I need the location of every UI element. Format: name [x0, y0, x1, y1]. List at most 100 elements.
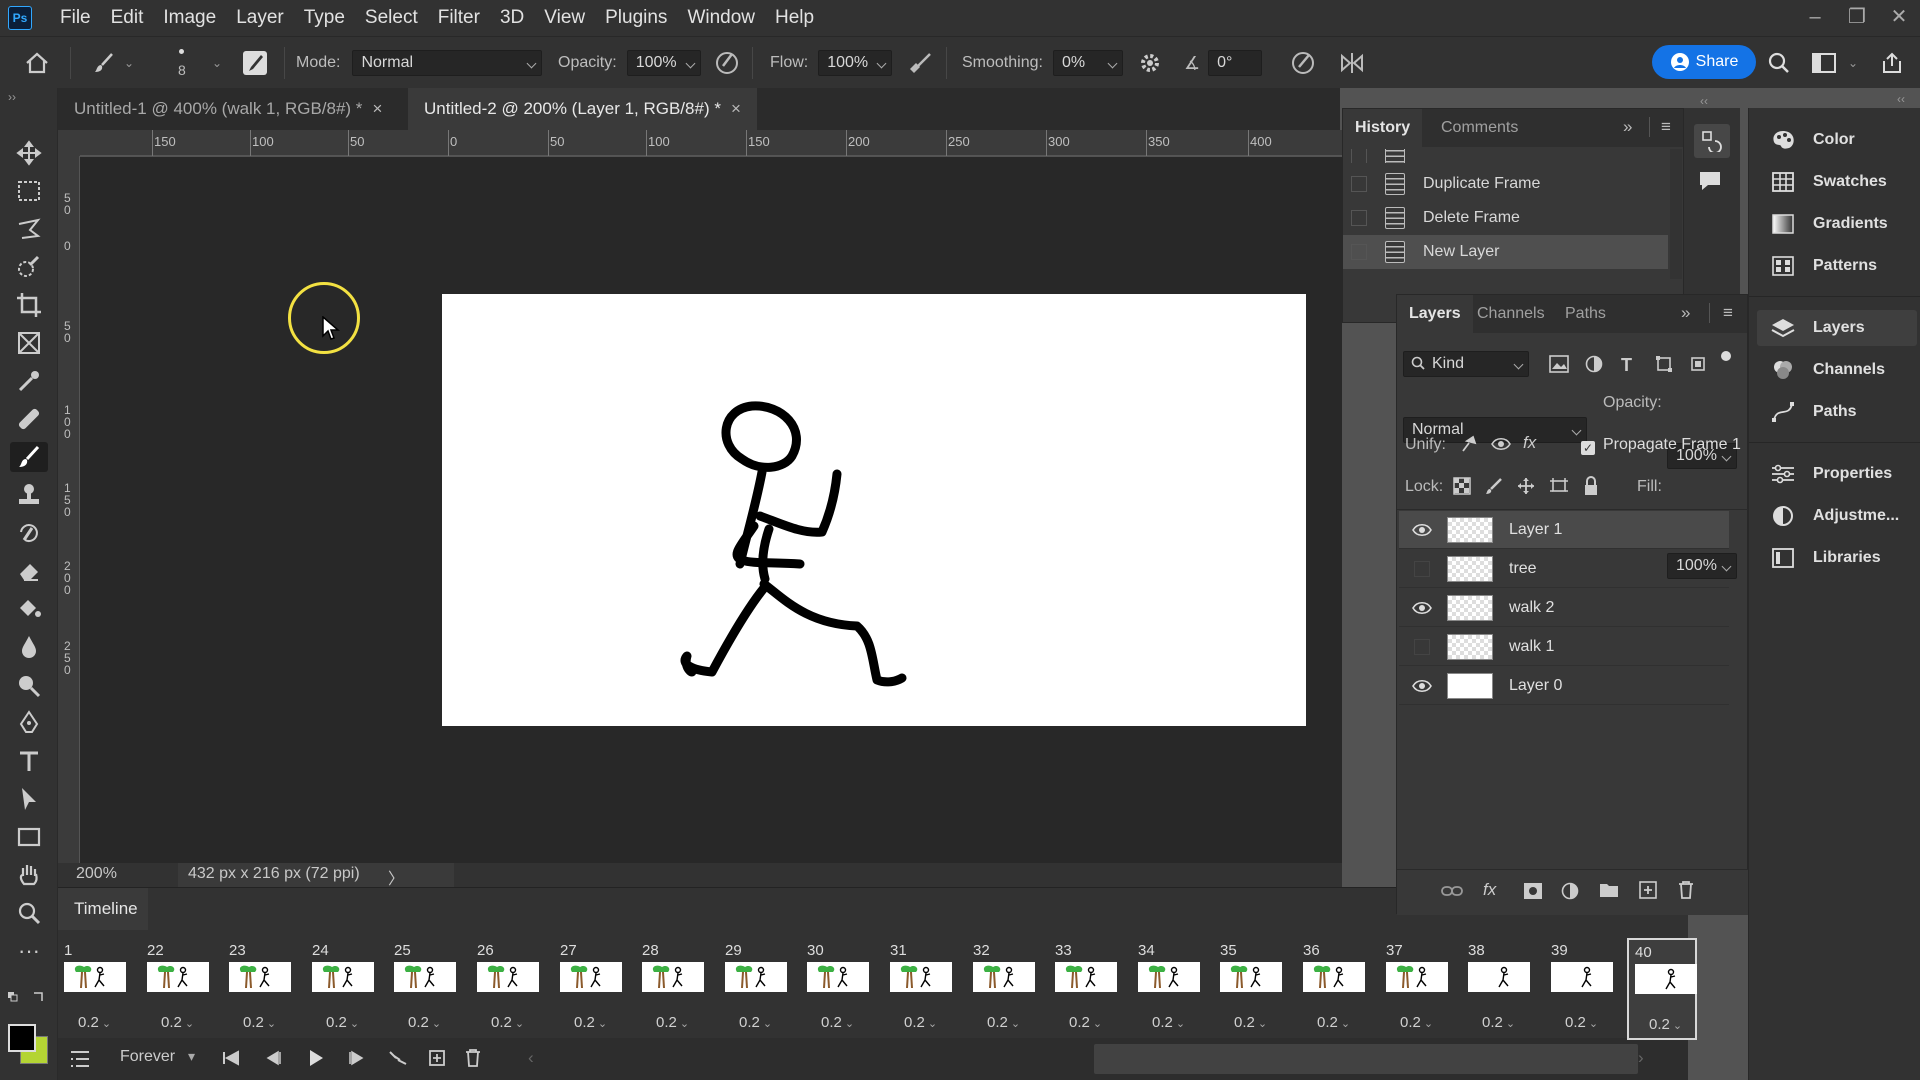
- new-group-icon[interactable]: [1599, 882, 1619, 898]
- layer-row[interactable]: walk 2: [1399, 589, 1729, 627]
- history-row[interactable]: Duplicate Frame: [1343, 167, 1668, 201]
- menu-help[interactable]: Help: [765, 0, 824, 36]
- panel-menu-icon[interactable]: ≡: [1723, 303, 1733, 323]
- timeline-frame[interactable]: 30 0.2 ⌄: [801, 938, 871, 1040]
- filter-shape-icon[interactable]: [1655, 355, 1673, 373]
- timeline-frame[interactable]: 23 0.2 ⌄: [223, 938, 293, 1040]
- scroll-right-icon[interactable]: ›: [1638, 1048, 1644, 1068]
- frame-delay[interactable]: 0.2 ⌄: [739, 1014, 772, 1031]
- rectangle-tool-icon[interactable]: [14, 822, 44, 852]
- tab-channels[interactable]: Channels: [1465, 295, 1557, 333]
- link-layers-icon[interactable]: [1441, 884, 1463, 898]
- tab-layers[interactable]: Layers: [1397, 295, 1473, 333]
- menu-select[interactable]: Select: [355, 0, 428, 36]
- close-window-icon[interactable]: ✕: [1878, 0, 1920, 36]
- share-button[interactable]: Share: [1652, 45, 1756, 79]
- dock-color[interactable]: Color: [1757, 122, 1917, 158]
- chevron-down-icon[interactable]: ⌄: [1093, 1018, 1102, 1030]
- menu-type[interactable]: Type: [294, 0, 355, 36]
- timeline-frame[interactable]: 32 0.2 ⌄: [967, 938, 1037, 1040]
- propagate-checkbox[interactable]: ✓: [1581, 441, 1595, 455]
- filter-adjustment-icon[interactable]: [1585, 355, 1603, 373]
- frame-delay[interactable]: 0.2 ⌄: [326, 1014, 359, 1031]
- timeline-frame[interactable]: 26 0.2 ⌄: [471, 938, 541, 1040]
- chevron-down-icon[interactable]: ⌄: [1506, 1018, 1515, 1030]
- dock-swatches[interactable]: Swatches: [1757, 164, 1917, 200]
- chevron-down-icon[interactable]: ⌄: [350, 1018, 359, 1030]
- dock-gradients[interactable]: Gradients: [1757, 206, 1917, 242]
- pen-tool-icon[interactable]: [14, 708, 44, 738]
- blur-tool-icon[interactable]: [14, 632, 44, 662]
- frame-delay[interactable]: 0.2 ⌄: [408, 1014, 441, 1031]
- lock-all-icon[interactable]: [1583, 476, 1599, 496]
- menu-3d[interactable]: 3D: [490, 0, 534, 36]
- dock-libraries[interactable]: Libraries: [1757, 540, 1917, 576]
- airbrush-icon[interactable]: [906, 37, 934, 89]
- timeline-frame[interactable]: 25 0.2 ⌄: [388, 938, 458, 1040]
- frame-delay[interactable]: 0.2 ⌄: [656, 1014, 689, 1031]
- chevron-down-icon[interactable]: ⌄: [124, 56, 134, 70]
- menu-layer[interactable]: Layer: [226, 0, 294, 36]
- layer-row[interactable]: Layer 0: [1399, 667, 1729, 705]
- scroll-left-icon[interactable]: ‹: [528, 1048, 534, 1068]
- expand-icon[interactable]: »: [1623, 117, 1632, 137]
- more-tools-icon[interactable]: ···: [14, 936, 44, 966]
- dock-patterns[interactable]: Patterns: [1757, 248, 1917, 284]
- collapse-icon[interactable]: ››: [8, 90, 16, 104]
- timeline-frame[interactable]: 1 0.2 ⌄: [58, 938, 128, 1040]
- menu-view[interactable]: View: [534, 0, 595, 36]
- chevron-down-icon[interactable]: ⌄: [1589, 1018, 1598, 1030]
- gear-icon[interactable]: [1138, 37, 1162, 89]
- frame-delay[interactable]: 0.2 ⌄: [574, 1014, 607, 1031]
- expand-icon[interactable]: »: [1681, 303, 1690, 323]
- smoothing-input[interactable]: 0%: [1052, 50, 1123, 76]
- brush-tool-icon[interactable]: ⌄: [92, 37, 134, 89]
- filter-smart-object-icon[interactable]: [1689, 355, 1707, 373]
- timeline-scrollbar[interactable]: [1094, 1044, 1638, 1074]
- loop-select[interactable]: Forever: [120, 1048, 175, 1066]
- filter-toggle[interactable]: [1721, 351, 1731, 375]
- history-panel-icon[interactable]: [1694, 124, 1730, 158]
- play-icon[interactable]: [308, 1049, 324, 1067]
- collapse-icon[interactable]: ‹‹: [1897, 92, 1905, 106]
- lock-transparent-icon[interactable]: [1453, 477, 1471, 495]
- dock-paths[interactable]: Paths: [1757, 394, 1917, 430]
- chevron-down-icon[interactable]: ⌄: [267, 1018, 276, 1030]
- comments-icon[interactable]: [1698, 170, 1722, 192]
- marquee-tool-icon[interactable]: [14, 176, 44, 206]
- panel-menu-icon[interactable]: ≡: [1661, 117, 1671, 137]
- tab-untitled-1[interactable]: Untitled-1 @ 400% (walk 1, RGB/8#) * ×: [58, 88, 398, 130]
- chevron-down-icon[interactable]: ⌄: [515, 1018, 524, 1030]
- frame-delay[interactable]: 0.2 ⌄: [1234, 1014, 1267, 1031]
- chevron-down-icon[interactable]: ⌄: [1848, 56, 1858, 70]
- close-icon[interactable]: ×: [372, 99, 382, 118]
- foreground-color-swatch[interactable]: [8, 1024, 36, 1052]
- frame-delay[interactable]: 0.2 ⌄: [491, 1014, 524, 1031]
- dock-layers[interactable]: Layers: [1757, 310, 1917, 346]
- chevron-down-icon[interactable]: ⌄: [185, 1018, 194, 1030]
- timeline-menu-icon[interactable]: [70, 1050, 90, 1068]
- zoom-tool-icon[interactable]: [14, 898, 44, 928]
- horizontal-ruler[interactable]: 150 100 50 0 50 100 150 200 250 300 350 400: [80, 130, 1342, 156]
- chevron-down-icon[interactable]: ⌄: [598, 1018, 607, 1030]
- timeline-frame[interactable]: 29 0.2 ⌄: [719, 938, 789, 1040]
- dodge-tool-icon[interactable]: [14, 670, 44, 700]
- brush-settings-icon[interactable]: [242, 37, 268, 89]
- menu-window[interactable]: Window: [677, 0, 765, 36]
- filter-pixel-icon[interactable]: [1549, 355, 1569, 373]
- frame-delay[interactable]: 0.2 ⌄: [904, 1014, 937, 1031]
- chevron-down-icon[interactable]: ⌄: [212, 37, 222, 89]
- adjustment-layer-icon[interactable]: [1561, 882, 1579, 900]
- frame-delay[interactable]: 0.2 ⌄: [243, 1014, 276, 1031]
- pressure-opacity-icon[interactable]: [714, 37, 740, 89]
- frame-delay[interactable]: 0.2 ⌄: [821, 1014, 854, 1031]
- timeline-frame[interactable]: 22 0.2 ⌄: [141, 938, 211, 1040]
- timeline-frame[interactable]: 34 0.2 ⌄: [1132, 938, 1202, 1040]
- next-frame-icon[interactable]: [348, 1050, 366, 1066]
- new-layer-icon[interactable]: [1639, 881, 1657, 899]
- frame-delay[interactable]: 0.2 ⌄: [987, 1014, 1020, 1031]
- first-frame-icon[interactable]: [222, 1050, 240, 1066]
- history-row-selected[interactable]: New Layer: [1343, 235, 1668, 269]
- eyedropper-tool-icon[interactable]: [14, 366, 44, 396]
- chevron-down-icon[interactable]: ⌄: [1258, 1018, 1267, 1030]
